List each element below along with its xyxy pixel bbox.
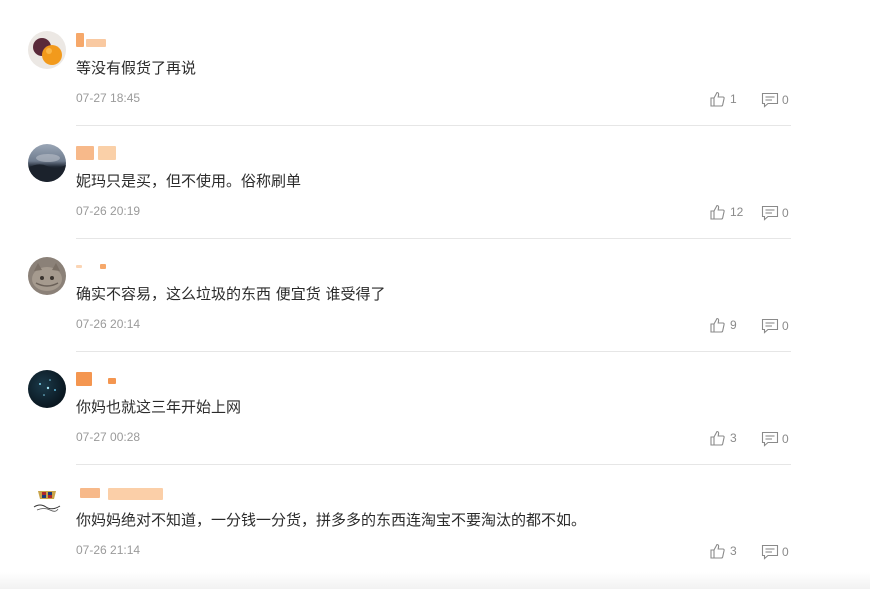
like-button[interactable]: 3 bbox=[709, 542, 737, 560]
comment-time: 07-26 21:14 bbox=[76, 543, 141, 557]
comment-time: 07-26 20:19 bbox=[76, 204, 141, 218]
user-avatar[interactable] bbox=[28, 31, 66, 69]
comment-item: 妮玛只是买，但不使用。俗称刷单 07-26 20:19 12 0 bbox=[0, 113, 870, 239]
bottom-fade bbox=[0, 572, 870, 589]
reply-count: 0 bbox=[782, 319, 789, 333]
comment-icon bbox=[761, 318, 779, 334]
comment-item: 你妈妈绝对不知道，一分钱一分货，拼多多的东西连淘宝不要淘汰的都不如。 07-26… bbox=[0, 452, 870, 578]
comment-text: 等没有假货了再说 bbox=[76, 59, 197, 77]
comment-item: 确实不容易，这么垃圾的东西 便宜货 谁受得了 07-26 20:14 9 0 bbox=[0, 226, 870, 352]
reply-count: 0 bbox=[782, 545, 789, 559]
sky-avatar-icon bbox=[28, 154, 66, 182]
like-count: 3 bbox=[730, 431, 737, 445]
like-button[interactable]: 1 bbox=[709, 90, 737, 108]
user-name-blurred[interactable] bbox=[76, 372, 186, 388]
comment-text: 妮玛只是买，但不使用。俗称刷单 bbox=[76, 172, 302, 190]
comment-icon bbox=[761, 544, 779, 560]
cadillac-avatar-icon bbox=[33, 491, 61, 512]
like-button[interactable]: 3 bbox=[709, 429, 737, 447]
comment-time: 07-27 00:28 bbox=[76, 430, 141, 444]
reply-button[interactable]: 0 bbox=[761, 204, 789, 222]
comment-text: 确实不容易，这么垃圾的东西 便宜货 谁受得了 bbox=[76, 285, 386, 303]
fruit-avatar-icon bbox=[33, 38, 62, 65]
user-avatar[interactable] bbox=[28, 257, 66, 295]
user-name-blurred[interactable] bbox=[76, 485, 186, 501]
like-count: 12 bbox=[730, 205, 744, 219]
reply-count: 0 bbox=[782, 206, 789, 220]
comment-time: 07-26 20:14 bbox=[76, 317, 141, 331]
comment-text: 你妈也就这三年开始上网 bbox=[76, 398, 242, 416]
like-count: 3 bbox=[730, 544, 737, 558]
user-name-blurred[interactable] bbox=[76, 33, 186, 49]
comment-item: 你妈也就这三年开始上网 07-27 00:28 3 0 bbox=[0, 339, 870, 465]
user-name-blurred[interactable] bbox=[76, 146, 186, 162]
like-count: 1 bbox=[730, 92, 737, 106]
like-count: 9 bbox=[730, 318, 737, 332]
night-avatar-icon bbox=[39, 379, 56, 396]
thumbs-up-icon bbox=[710, 430, 725, 446]
user-avatar[interactable] bbox=[28, 370, 66, 408]
comment-icon bbox=[761, 205, 779, 221]
comment-text: 你妈妈绝对不知道，一分钱一分货，拼多多的东西连淘宝不要淘汰的都不如。 bbox=[76, 511, 587, 529]
like-button[interactable]: 9 bbox=[709, 316, 737, 334]
thumbs-up-icon bbox=[710, 91, 725, 107]
thumbs-up-icon bbox=[710, 317, 725, 333]
comment-icon bbox=[761, 92, 779, 108]
thumbs-up-icon bbox=[710, 204, 725, 220]
like-button[interactable]: 12 bbox=[709, 203, 743, 221]
reply-button[interactable]: 0 bbox=[761, 91, 789, 109]
reply-button[interactable]: 0 bbox=[761, 543, 789, 561]
comment-icon bbox=[761, 431, 779, 447]
comment-time: 07-27 18:45 bbox=[76, 91, 141, 105]
user-avatar[interactable] bbox=[28, 483, 66, 521]
user-avatar[interactable] bbox=[28, 144, 66, 182]
reply-button[interactable]: 0 bbox=[761, 317, 789, 335]
comment-item: 等没有假货了再说 07-27 18:45 1 0 bbox=[0, 0, 870, 126]
reply-count: 0 bbox=[782, 432, 789, 446]
reply-button[interactable]: 0 bbox=[761, 430, 789, 448]
reply-count: 0 bbox=[782, 93, 789, 107]
thumbs-up-icon bbox=[710, 543, 725, 559]
user-name-blurred[interactable] bbox=[76, 259, 186, 275]
cat-avatar-icon bbox=[32, 263, 62, 291]
